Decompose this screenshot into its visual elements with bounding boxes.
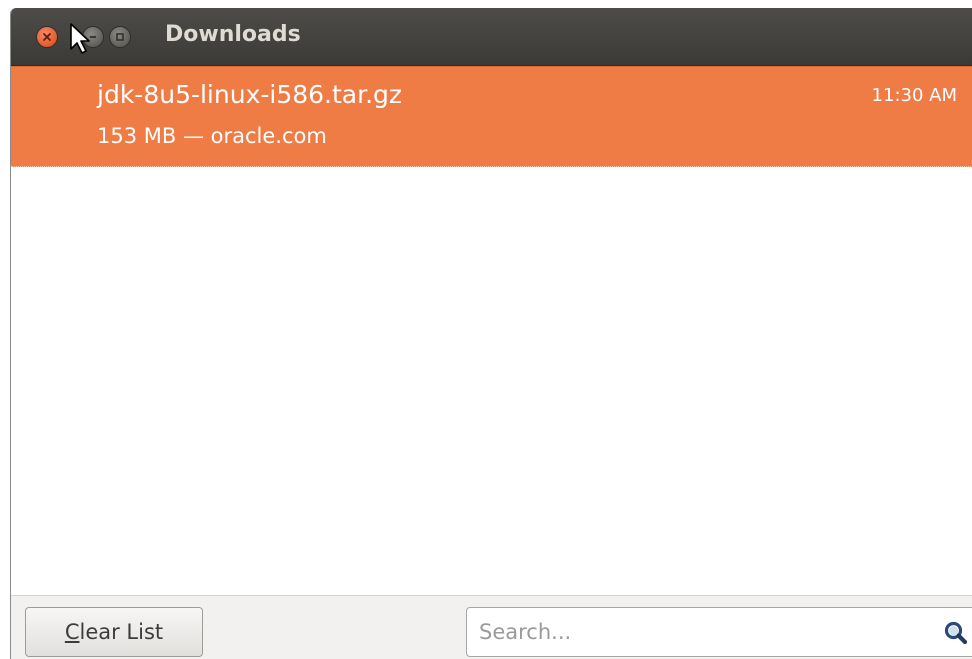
- clear-list-button[interactable]: Clear List: [25, 607, 203, 657]
- download-row[interactable]: jdk-8u5-linux-i586.tar.gz 153 MB — oracl…: [11, 66, 972, 167]
- download-time: 11:30 AM: [871, 85, 957, 106]
- downloads-list[interactable]: jdk-8u5-linux-i586.tar.gz 153 MB — oracl…: [11, 66, 972, 594]
- footer-bar: Clear List Search...: [11, 595, 972, 659]
- maximize-icon: [116, 33, 124, 41]
- download-filename: jdk-8u5-linux-i586.tar.gz: [97, 80, 403, 109]
- clear-list-mnemonic: C: [64, 620, 80, 644]
- maximize-button[interactable]: [109, 26, 131, 48]
- close-icon: [43, 33, 51, 41]
- close-button[interactable]: [36, 26, 58, 48]
- search-icon[interactable]: [943, 620, 969, 646]
- clear-list-label: lear List: [79, 620, 164, 644]
- downloads-window: Downloads jdk-8u5-linux-i586.tar.gz 153 …: [10, 8, 972, 659]
- window-title: Downloads: [165, 22, 301, 47]
- mouse-cursor-icon: [70, 23, 90, 54]
- search-placeholder: Search...: [479, 620, 572, 644]
- title-bar[interactable]: Downloads: [11, 8, 972, 66]
- search-input[interactable]: Search...: [466, 607, 972, 657]
- download-details: 153 MB — oracle.com: [97, 124, 327, 148]
